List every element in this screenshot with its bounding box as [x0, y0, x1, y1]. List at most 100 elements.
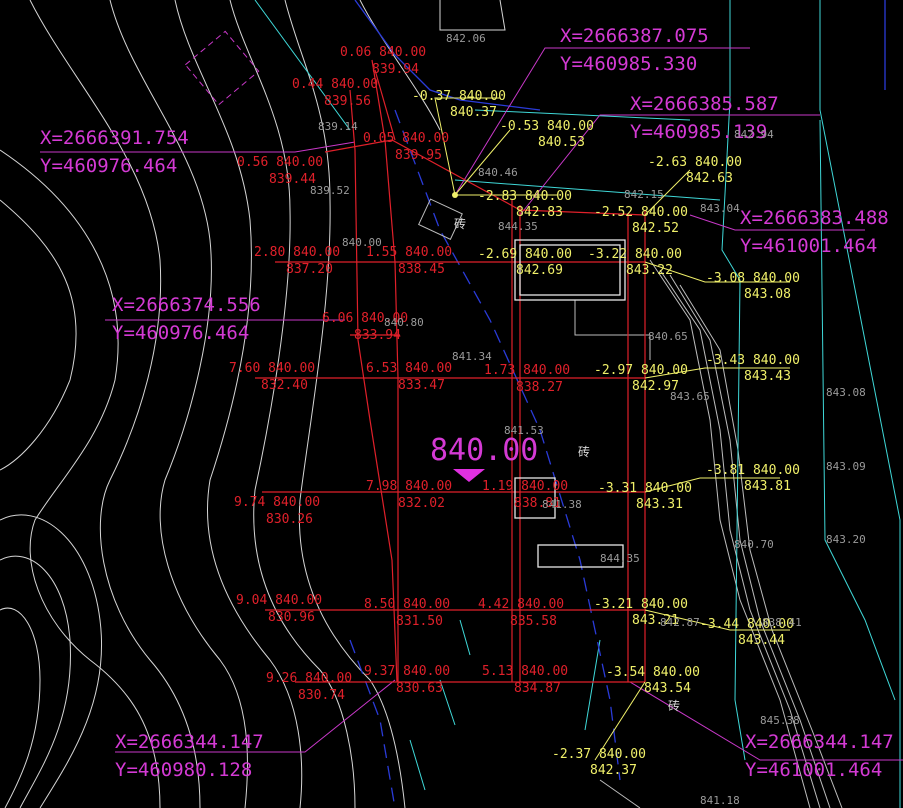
spot-height-label: 841.18: [700, 794, 740, 807]
excavation-label: -3.43 840.00: [706, 353, 800, 368]
cut-fill-label: 1.19 840.00: [482, 479, 568, 494]
spot-height-label: 842.15: [624, 188, 664, 201]
coordinate-x-label: X=2666344.147: [745, 731, 894, 753]
design-elevation-label: 832.40: [261, 378, 308, 393]
coordinate-x-label: X=2666383.488: [740, 207, 889, 229]
cut-fill-label: 7.98 840.00: [366, 479, 452, 494]
center-elevation: 840.00: [430, 433, 538, 468]
cut-fill-label: 0.05 840.00: [363, 131, 449, 146]
excavation-label: -3.31 840.00: [598, 481, 692, 496]
ground-elevation-label: 843.31: [636, 497, 683, 512]
coordinate-y-label: Y=460976.464: [40, 155, 177, 177]
cut-fill-label: 8.50 840.00: [364, 597, 450, 612]
design-elevation-label: 833.47: [398, 378, 445, 393]
excavation-label: -3.54 840.00: [606, 665, 700, 680]
cut-fill-labels: 0.06 840.00 839.940.44 840.00 839.56 0.05 8…: [229, 45, 570, 703]
spot-height-label: 842.94: [734, 128, 774, 141]
coordinate-x-label: X=2666385.587: [630, 93, 779, 115]
spot-height-label: 843.65: [670, 390, 710, 403]
spot-height-label: 839.52: [310, 184, 350, 197]
spot-height-label: 840.65: [648, 330, 688, 343]
spot-height-label: 840.00: [342, 236, 382, 249]
road-edges: [574, 259, 843, 808]
cut-fill-label: 9.37 840.00: [364, 664, 450, 679]
spot-height-label: 842.06: [446, 32, 486, 45]
ground-elevation-label: 842.63: [686, 171, 733, 186]
design-elevation-label: 830.74: [298, 688, 345, 703]
cut-fill-label: 4.42 840.00: [478, 597, 564, 612]
spot-height-label: 843.04: [700, 202, 740, 215]
ground-elevation-label: 842.83: [516, 205, 563, 220]
coordinate-x-label: X=2666344.147: [115, 731, 264, 753]
excavation-label: -3.22 840.00: [588, 247, 682, 262]
spot-height-label: 840.80: [384, 316, 424, 329]
spot-height-label: 843.09: [826, 460, 866, 473]
excavation-label: -3.21 840.00: [594, 597, 688, 612]
spot-height-label: 839.14: [318, 120, 358, 133]
spot-height-label: 844.35: [498, 220, 538, 233]
coordinate-x-label: X=2666374.556: [112, 294, 261, 316]
excavation-label: -2.63 840.00: [648, 155, 742, 170]
spot-height-label: 843.20: [826, 533, 866, 546]
brick-building-symbol: 砖: [668, 698, 680, 713]
brick-building-symbol: 砖: [578, 444, 590, 459]
coordinate-x-label: X=2666387.075: [560, 25, 709, 47]
spot-height-label: 841.38: [542, 498, 582, 511]
cut-fill-label: 9.26 840.00: [266, 671, 352, 686]
cut-fill-label: 5.13 840.00: [482, 664, 568, 679]
design-elevation-label: 833.94: [354, 328, 401, 343]
spot-height-label: 843.08: [826, 386, 866, 399]
ground-elevation-label: 842.52: [632, 221, 679, 236]
coordinate-y-label: Y=460976.464: [112, 322, 249, 344]
spot-height-label: 841.34: [452, 350, 492, 363]
excavation-label: -0.37 840.00: [412, 89, 506, 104]
coordinate-y-label: Y=460985.330: [560, 53, 697, 75]
spot-height-label: 845.38: [760, 714, 800, 727]
design-elevation-label: 831.50: [396, 614, 443, 629]
design-elevation-label: 830.63: [396, 681, 443, 696]
design-elevation-label: 839.56: [324, 94, 371, 109]
excavation-label: -2.69 840.00: [478, 247, 572, 262]
design-elevation-label: 830.26: [266, 512, 313, 527]
design-elevation-label: 837.20: [286, 262, 333, 277]
design-elevation-label: 830.96: [268, 610, 315, 625]
design-elevation-label: 834.87: [514, 681, 561, 696]
coordinate-y-label: Y=461001.464: [745, 759, 882, 781]
ground-elevation-label: 843.22: [626, 263, 673, 278]
coordinate-x-label: X=2666391.754: [40, 127, 189, 149]
cut-fill-label: 0.06 840.00: [340, 45, 426, 60]
coordinate-y-label: Y=460980.128: [115, 759, 252, 781]
ground-elevation-label: 842.37: [590, 763, 637, 778]
spot-height-label: 842.87: [660, 616, 700, 629]
ground-elevation-label: 840.37: [450, 105, 497, 120]
cut-fill-label: 9.74 840.00: [234, 495, 320, 510]
spot-height-label: 840.70: [734, 538, 774, 551]
design-elevation-label: 839.94: [372, 62, 419, 77]
design-elevation-label: 839.95: [395, 148, 442, 163]
spot-height-label: 841.53: [504, 424, 544, 437]
ground-elevation-label: 843.43: [744, 369, 791, 384]
ground-elevation-label: 842.69: [516, 263, 563, 278]
excavation-label: -3.81 840.00: [706, 463, 800, 478]
design-elevation-label: 838.27: [516, 380, 563, 395]
ground-elevation-label: 843.54: [644, 681, 691, 696]
design-elevation-label: 832.02: [398, 496, 445, 511]
brick-building-symbol: 砖: [454, 216, 466, 231]
design-elevation-label: 835.58: [510, 614, 557, 629]
cut-fill-label: 6.53 840.00: [366, 361, 452, 376]
excavation-label: -0.53 840.00: [500, 119, 594, 134]
ground-elevation-label: 843.08: [744, 287, 791, 302]
cut-fill-label: 2.80 840.00: [254, 245, 340, 260]
spot-height-label: 838.41: [762, 616, 802, 629]
coordinate-y-label: Y=461001.464: [740, 235, 877, 257]
cut-fill-label: 0.56 840.00: [237, 155, 323, 170]
cut-fill-label: 7.60 840.00: [229, 361, 315, 376]
ground-elevation-label: 840.53: [538, 135, 585, 150]
excavation-label: -2.97 840.00: [594, 363, 688, 378]
cut-fill-label: 0.44 840.00: [292, 77, 378, 92]
excavation-label: -2.52 840.00: [594, 205, 688, 220]
ground-elevation-label: 843.81: [744, 479, 791, 494]
cut-fill-label: 9.04 840.00: [236, 593, 322, 608]
spot-height-label: 844.35: [600, 552, 640, 565]
cad-drawing: 840.00 X=2666391.754 Y=460976.464 X=266637…: [0, 0, 903, 808]
